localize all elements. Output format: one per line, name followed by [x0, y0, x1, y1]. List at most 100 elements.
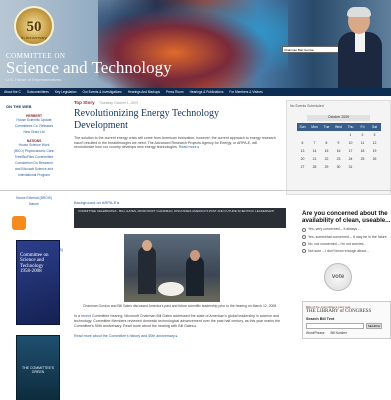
- book-title: Committee on Science and Technology: [20, 252, 49, 269]
- story-headline[interactable]: Revolutionizing Energy Technology Develo…: [74, 108, 274, 131]
- radio-bill-number[interactable]: Bill Number: [331, 331, 347, 335]
- calendar-day[interactable]: [333, 131, 345, 139]
- calendar-day[interactable]: 19: [369, 147, 381, 155]
- events-calendar: No Events Scheduled October 2009 Sun Mon…: [286, 100, 391, 195]
- calendar-day[interactable]: 25: [357, 155, 369, 163]
- calendar-day[interactable]: 9: [333, 139, 345, 147]
- nav-item[interactable]: Key Legislation: [55, 90, 77, 94]
- calendar-day[interactable]: 28: [309, 163, 321, 171]
- story-body: The solution to the current energy crisi…: [74, 136, 278, 150]
- radio-icon[interactable]: [302, 249, 306, 254]
- poll-option[interactable]: Not sure – I don't know enough about...: [302, 249, 391, 254]
- poll-option-label: Yes, somewhat concerned – It may be in t…: [308, 234, 388, 239]
- calendar-day[interactable]: 8: [321, 139, 333, 147]
- sidebar-section: NATIONS: [26, 138, 42, 143]
- calendar-day[interactable]: 30: [333, 163, 345, 171]
- calendar-day[interactable]: 29: [321, 163, 333, 171]
- calendar-day[interactable]: 31: [345, 163, 357, 171]
- calendar-day-header: Thu: [344, 123, 357, 131]
- calendar-day[interactable]: 2: [357, 131, 369, 139]
- green-report-title: THE COMMITTEE'S GREEN: [22, 365, 54, 374]
- nav-item[interactable]: Hearings & Publications: [190, 90, 224, 94]
- calendar-month: October 2009: [307, 115, 370, 121]
- calendar-day[interactable]: [309, 131, 321, 139]
- nav-item[interactable]: Hearings And Markups: [128, 90, 160, 94]
- site-title[interactable]: Science and Technology: [6, 58, 172, 78]
- calendar-day[interactable]: 15: [321, 147, 333, 155]
- site-subtitle: U.S. House of Representatives: [6, 77, 61, 82]
- bill-search-input[interactable]: [306, 323, 364, 330]
- sidebar-link[interactable]: Nature: [0, 202, 68, 208]
- calendar-day[interactable]: 27: [297, 163, 309, 171]
- calendar-day[interactable]: 13: [297, 147, 309, 155]
- calendar-day[interactable]: 12: [369, 139, 381, 147]
- calendar-day-header: Mon: [308, 123, 321, 131]
- search-label: Search Bill Text: [306, 317, 335, 322]
- calendar-day[interactable]: 1: [345, 131, 357, 139]
- sidebar-header: ON THE WEB: [6, 104, 32, 109]
- calendar-day[interactable]: 21: [309, 155, 321, 163]
- nav-item[interactable]: Press Room: [166, 90, 184, 94]
- feature-paragraph: In a recent Committee hearing, Microsoft…: [74, 314, 286, 328]
- poll-option-label: Not sure – I don't know enough about...: [308, 249, 369, 254]
- radio-icon[interactable]: [302, 227, 306, 232]
- calendar-day[interactable]: 26: [369, 155, 381, 163]
- radio-icon[interactable]: [302, 242, 306, 247]
- calendar-day[interactable]: 23: [333, 155, 345, 163]
- calendar-day-header: Tue: [320, 123, 333, 131]
- calendar-day[interactable]: 16: [333, 147, 345, 155]
- search-button[interactable]: SEARCH: [366, 323, 382, 330]
- vote-button[interactable]: vote: [324, 263, 352, 292]
- seal-number: 50: [26, 19, 42, 35]
- story-body-text: The solution to the current energy crisi…: [74, 136, 276, 150]
- photo-caption: Chairman Gordon and Bill Gates discussed…: [82, 304, 278, 308]
- radio-word-phrase[interactable]: Word/Phrase: [306, 331, 325, 335]
- calendar-day[interactable]: [297, 131, 309, 139]
- background-link[interactable]: Background on ARPA-E ▸: [74, 200, 286, 205]
- calendar-day[interactable]: [321, 131, 333, 139]
- nav-item[interactable]: For Members & Visitors: [229, 90, 262, 94]
- rss-icon[interactable]: [12, 215, 26, 230]
- calendar-day-header: Wed: [332, 123, 345, 131]
- calendar-day[interactable]: 20: [297, 155, 309, 163]
- calendar-day[interactable]: 22: [321, 155, 333, 163]
- nav-item[interactable]: Subcommittees: [27, 90, 49, 94]
- calendar-day[interactable]: 17: [345, 147, 357, 155]
- green-report-cover[interactable]: THE COMMITTEE'S GREEN: [16, 334, 60, 400]
- sidebar-link[interactable]: Interdational Program: [0, 173, 68, 179]
- nav-item[interactable]: Our Events & Investigations: [82, 90, 121, 94]
- site-banner: 50 th Anniversary COMMITTEE ON Science a…: [0, 0, 391, 88]
- feature-text: Committee hearing, Microsoft Chairman Bi…: [74, 314, 281, 328]
- left-sidebar-lower: House External (BROIS) Nature Get Live F…: [0, 196, 68, 400]
- calendar-day-header: Sat: [368, 123, 381, 131]
- sidebar-section: HERBERT: [26, 114, 42, 118]
- calendar-day[interactable]: 3: [369, 131, 381, 139]
- calendar-day[interactable]: 10: [345, 139, 357, 147]
- feature-story: Background on ARPA-E ▸ COMMITTEE CELEBRA…: [74, 200, 286, 338]
- recent-hearing-link[interactable]: recent: [81, 314, 91, 318]
- calendar-day[interactable]: [357, 163, 369, 171]
- calendar-day[interactable]: 11: [357, 139, 369, 147]
- radio-icon[interactable]: [302, 234, 306, 239]
- anniversary-seal: 50 th Anniversary: [14, 6, 54, 46]
- calendar-grid: Sun Mon Tue Wed Thu Fri Sat 1 2 3 6 7 8 …: [296, 123, 381, 171]
- feature-text-start: In a: [74, 314, 81, 319]
- calendar-day-header: Fri: [356, 123, 369, 131]
- library-logo: THE LIBRARY of CONGRESS: [306, 309, 372, 315]
- poll-option[interactable]: Yes, somewhat concerned – It may be in t…: [302, 235, 391, 239]
- calendar-day[interactable]: 14: [309, 147, 321, 155]
- calendar-day[interactable]: 6: [297, 139, 309, 147]
- history-book-cover[interactable]: Committee on Science and Technology 1958…: [16, 239, 60, 325]
- calendar-day[interactable]: 7: [309, 139, 321, 147]
- calendar-header: No Events Scheduled: [290, 104, 324, 108]
- history-link[interactable]: Read more about the Committee's history …: [74, 334, 286, 338]
- nav-item[interactable]: About the C: [4, 90, 21, 94]
- calendar-day[interactable]: [369, 163, 381, 171]
- read-more-link[interactable]: Read more ▸: [179, 145, 200, 149]
- calendar-day[interactable]: 18: [357, 147, 369, 155]
- calendar-day[interactable]: 24: [345, 155, 357, 163]
- poll-option[interactable]: Yes, very concerned – It always ...: [302, 227, 391, 232]
- chairman-name-tag: Chairman Bart Gordon: [282, 46, 340, 53]
- poll-option[interactable]: No, not concerned – I'm not worried.: [302, 242, 391, 247]
- poll-question: Are you concerned about the availability…: [302, 210, 391, 225]
